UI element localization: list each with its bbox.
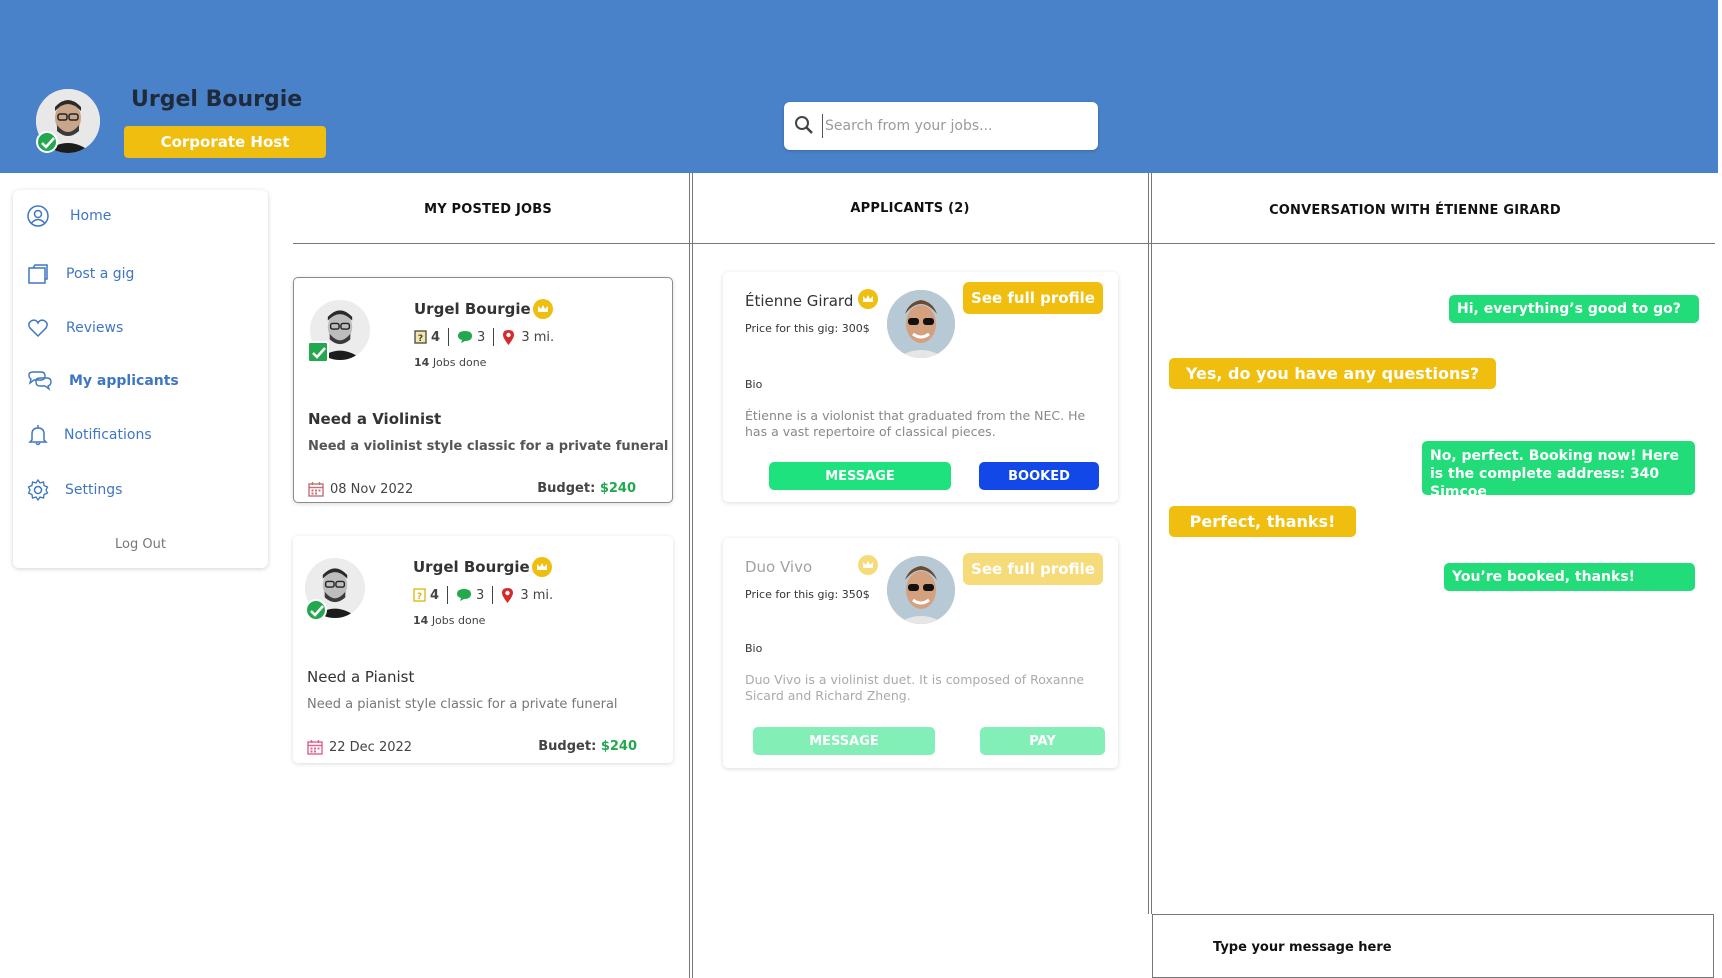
svg-text:?: ? [417,592,422,602]
post-gig-icon [28,264,48,284]
search-input[interactable] [822,114,1082,138]
user-name: Urgel Bourgie [131,87,303,112]
message-bubble-icon [457,589,472,601]
host-name: Urgel Bourgie [413,558,530,576]
messages-count: 3 [476,587,485,603]
calendar-icon [308,482,324,497]
message-composer [1152,914,1714,978]
heart-icon [28,319,48,338]
verified-check-icon [36,131,58,153]
distance: 3 mi. [520,587,554,603]
calendar-icon [307,740,323,755]
pay-button[interactable]: PAY [980,727,1105,755]
questions-count: 4 [431,329,441,345]
sidebar-item-label: Notifications [64,427,152,443]
person-photo-icon [887,290,955,358]
column-title-applicants: APPLICANTS (2) [850,201,970,216]
applicant-price: Price for this gig: 350$ [745,588,870,601]
bio-text: Étienne is a violonist that graduated fr… [745,408,1086,439]
location-pin-icon [502,587,514,603]
applicant-price: Price for this gig: 300$ [745,322,870,335]
crown-icon [532,557,552,577]
host-stats: ? 4 3 3 mi. [414,328,554,346]
sidebar-item-my-applicants[interactable]: My applicants [13,363,268,399]
person-photo-icon [887,556,955,624]
sidebar-item-settings[interactable]: Settings [13,472,268,508]
logout-link[interactable]: Log Out [13,537,268,552]
applicant-name: Duo Vivo [745,558,813,576]
question-icon: ? [414,330,427,344]
job-description: Need a violinist style classic for a pri… [308,439,669,454]
search-icon [795,116,813,134]
message-button[interactable]: MESSAGE [753,727,935,755]
sidebar-item-home[interactable]: Home [13,198,268,234]
bio-label: Bio [745,378,763,391]
message-bubble-icon [458,331,473,343]
column-divider [1151,173,1152,914]
chat-bubbles-icon [28,371,52,391]
bell-icon [28,425,48,446]
jobs-done: 14 Jobs done [413,614,486,627]
sidebar-item-reviews[interactable]: Reviews [13,310,268,346]
bio-label: Bio [745,642,763,655]
applicant-card: Duo Vivo Price for this gig: 350$ See fu… [723,538,1118,768]
job-title: Need a Pianist [307,668,415,686]
sidebar-item-label: Reviews [66,320,124,336]
message-bubble-sent: Hi, everything’s good to go? [1449,295,1699,323]
sidebar-item-label: Post a gig [66,266,135,282]
column-divider [692,173,693,978]
svg-text:?: ? [418,334,423,344]
host-stats: ? 4 3 3 mi. [413,586,553,604]
column-header-divider [293,243,1715,244]
applicant-avatar[interactable] [887,290,955,358]
sidebar-item-label: Settings [65,482,123,498]
job-date: 22 Dec 2022 [307,739,412,755]
bio-text: Duo Vivo is a violinist duet. It is comp… [745,672,1085,703]
job-budget: Budget: $240 [538,739,637,754]
job-card[interactable]: Urgel Bourgie ? 4 3 3 mi. 14 Jobs done N… [293,536,673,763]
sidebar-item-label: My applicants [69,373,179,389]
sidebar-item-label: Home [70,208,112,224]
message-button[interactable]: MESSAGE [769,462,951,490]
booked-button[interactable]: BOOKED [979,462,1099,490]
crown-icon [533,299,553,319]
column-divider [1148,173,1149,914]
crown-icon [858,555,878,575]
gear-icon [27,479,49,501]
see-full-profile-button[interactable]: See full profile [963,282,1103,314]
job-budget: Budget: $240 [537,481,636,496]
user-circle-icon [27,205,49,227]
crown-icon [858,289,878,309]
question-icon: ? [413,588,426,602]
location-pin-icon [503,329,515,345]
questions-count: 4 [430,587,440,603]
message-bubble-received: Perfect, thanks! [1169,506,1356,537]
message-input[interactable] [1213,935,1673,959]
job-card[interactable]: Urgel Bourgie ? 4 3 3 mi. 14 Jobs done N… [293,277,673,503]
jobs-done: 14 Jobs done [414,356,487,369]
applicant-avatar[interactable] [887,556,955,624]
app-header: Urgel Bourgie Corporate Host [0,0,1718,173]
role-badge: Corporate Host [124,126,326,158]
column-divider [689,173,690,978]
verified-check-icon [307,341,329,363]
see-full-profile-button[interactable]: See full profile [963,553,1103,585]
message-bubble-sent: No, perfect. Booking now! Here is the co… [1422,441,1695,500]
job-date: 08 Nov 2022 [308,481,413,497]
distance: 3 mi. [521,329,555,345]
messages-count: 3 [477,329,486,345]
job-title: Need a Violinist [308,410,442,428]
column-title-jobs: MY POSTED JOBS [424,202,552,217]
sidebar-item-post-gig[interactable]: Post a gig [13,256,268,292]
search-box [784,102,1098,150]
applicant-card: Étienne Girard Price for this gig: 300$ … [723,272,1118,502]
message-bubble-sent: You’re booked, thanks! [1444,563,1695,591]
applicant-name: Étienne Girard [745,292,854,310]
verified-check-icon [305,599,327,621]
host-name: Urgel Bourgie [414,300,531,318]
sidebar-item-notifications[interactable]: Notifications [13,417,268,453]
message-bubble-received: Yes, do you have any questions? [1169,358,1496,389]
column-title-conversation: CONVERSATION WITH ÉTIENNE GIRARD [1269,203,1561,218]
job-description: Need a pianist style classic for a priva… [307,697,618,712]
